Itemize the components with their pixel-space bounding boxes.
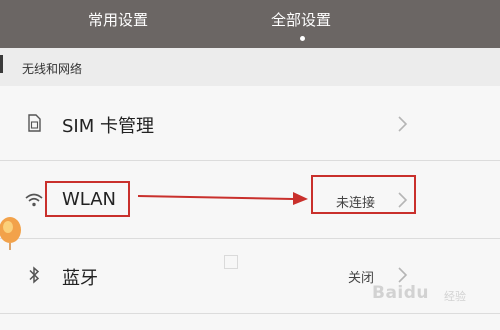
bluetooth-icon xyxy=(29,266,40,284)
status-highlight-box xyxy=(311,175,416,214)
settings-row-partial xyxy=(0,314,500,330)
tab-bar xyxy=(0,0,500,48)
tab-all-settings[interactable]: 全部设置 xyxy=(271,9,331,30)
placeholder-square-icon xyxy=(224,255,238,269)
settings-row-sim[interactable]: SIM 卡管理 xyxy=(0,86,500,160)
section-title-wireless: 无线和网络 xyxy=(22,62,83,76)
wlan-highlight-box xyxy=(45,181,130,217)
baidu-watermark: Baidu xyxy=(372,283,430,303)
baidu-watermark-suffix: 经验 xyxy=(444,290,466,303)
chevron-right-icon xyxy=(398,267,408,283)
wifi-icon xyxy=(25,193,43,207)
tab-common-settings[interactable]: 常用设置 xyxy=(88,9,148,30)
chevron-right-icon xyxy=(398,116,408,132)
lantern-icon xyxy=(0,217,21,250)
sim-card-icon xyxy=(28,114,41,132)
section-edge-marker xyxy=(0,55,3,73)
tab-selected-indicator xyxy=(300,36,305,41)
pointer-arrow xyxy=(137,192,308,205)
bluetooth-row-label: 蓝牙 xyxy=(62,268,98,289)
bluetooth-status-value: 关闭 xyxy=(348,271,375,286)
sim-row-label: SIM 卡管理 xyxy=(62,116,154,137)
